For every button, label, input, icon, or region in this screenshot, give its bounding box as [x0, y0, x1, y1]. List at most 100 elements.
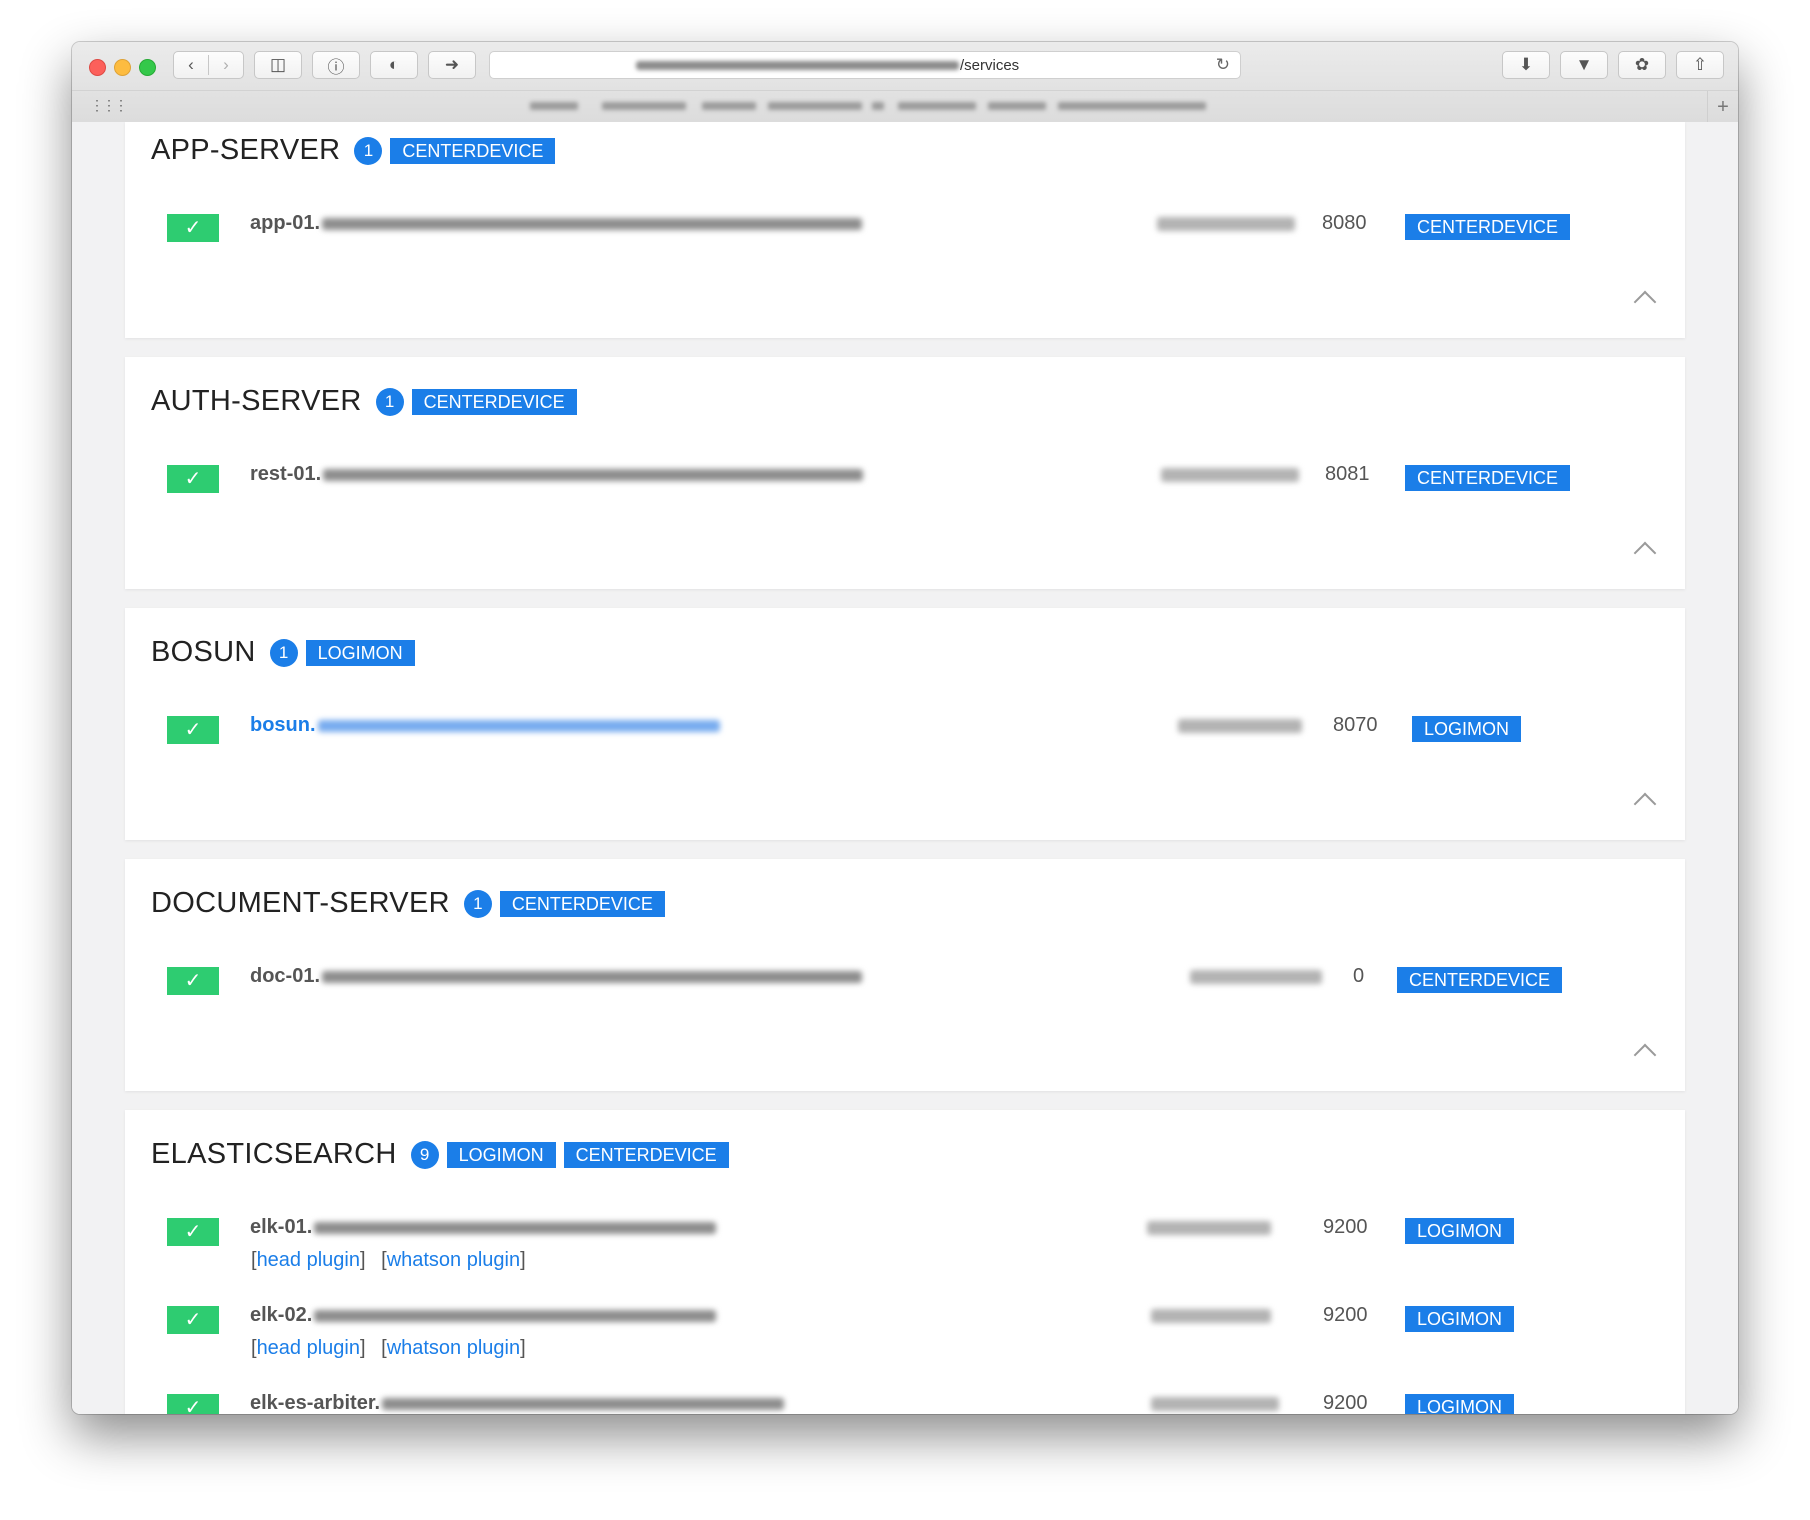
plugin-links: [head plugin] [whatson plugin]: [251, 1337, 526, 1359]
evernote-icon[interactable]: ✿: [1618, 51, 1666, 79]
whatson-plugin-link[interactable]: whatson plugin: [387, 1249, 520, 1271]
whatson-plugin-link[interactable]: whatson plugin: [387, 1337, 520, 1359]
instance-port: 9200: [1323, 1392, 1368, 1414]
host-redacted: [314, 1309, 717, 1322]
ip-redacted: [1147, 1221, 1271, 1235]
service-card-bosun: BOSUN 1 LOGIMON ✓ bosun. 8070 LOGIMON: [125, 608, 1685, 840]
instance-count-badge: 9: [410, 1140, 439, 1169]
service-card-elasticsearch: ELASTICSEARCH 9 LOGIMON CENTERDEVICE ✓ e…: [125, 1110, 1685, 1414]
ip-redacted: [1161, 468, 1299, 482]
window-maximize-button[interactable]: [139, 59, 156, 76]
instance-port: 0: [1353, 965, 1365, 987]
service-tag[interactable]: CENTERDEVICE: [499, 890, 665, 917]
back-icon[interactable]: ‹: [174, 55, 208, 75]
head-plugin-link[interactable]: head plugin: [257, 1249, 360, 1271]
instance-host: doc-01.: [250, 965, 863, 988]
instance-row: ✓ app-01. 8080 CENTERDEVICE: [125, 212, 1685, 252]
service-header: BOSUN 1 LOGIMON: [151, 636, 415, 669]
instance-tag[interactable]: CENTERDEVICE: [1397, 967, 1563, 993]
instance-tag[interactable]: CENTERDEVICE: [1405, 214, 1571, 240]
instance-tag[interactable]: LOGIMON: [1412, 716, 1522, 742]
bookmark-item[interactable]: [988, 102, 1046, 110]
instance-row: ✓ elk-es-arbiter. 9200 LOGIMON: [125, 1392, 1685, 1414]
instance-tag[interactable]: LOGIMON: [1405, 1394, 1515, 1414]
new-tab-icon[interactable]: +: [1707, 91, 1738, 123]
service-tag[interactable]: LOGIMON: [305, 639, 415, 666]
instance-row: ✓ rest-01. 8081 CENTERDEVICE: [125, 463, 1685, 503]
instance-port: 8080: [1322, 212, 1367, 234]
services-page: APP-SERVER 1 CENTERDEVICE ✓ app-01. 8080…: [72, 122, 1738, 1414]
instance-tag[interactable]: LOGIMON: [1405, 1306, 1515, 1332]
instance-port: 9200: [1323, 1216, 1368, 1238]
service-title: BOSUN: [151, 636, 256, 668]
host-redacted: [382, 1397, 785, 1410]
instance-host: elk-es-arbiter.: [250, 1392, 785, 1414]
sidebar-icon[interactable]: ◫: [254, 51, 302, 79]
instance-host: app-01.: [250, 212, 863, 235]
bookmark-item[interactable]: [768, 102, 862, 110]
healthy-check-icon: ✓: [167, 465, 219, 493]
instance-port: 8070: [1333, 714, 1378, 736]
instance-count-badge: 1: [269, 638, 298, 667]
instance-tag[interactable]: LOGIMON: [1405, 1218, 1515, 1244]
collapse-chevron-icon[interactable]: [1633, 1043, 1657, 1067]
bookmark-item[interactable]: [702, 102, 756, 110]
service-card-document-server: DOCUMENT-SERVER 1 CENTERDEVICE ✓ doc-01.…: [125, 859, 1685, 1091]
service-tag[interactable]: CENTERDEVICE: [390, 137, 556, 164]
window-close-button[interactable]: [89, 59, 106, 76]
service-title: AUTH-SERVER: [151, 385, 362, 417]
ip-redacted: [1178, 719, 1302, 733]
plugin-links: [head plugin] [whatson plugin]: [251, 1249, 526, 1271]
service-title: ELASTICSEARCH: [151, 1138, 397, 1170]
url-bar[interactable]: /services ↻: [489, 51, 1241, 79]
healthy-check-icon: ✓: [167, 214, 219, 242]
instance-host-link[interactable]: bosun.: [250, 714, 720, 737]
service-tag[interactable]: CENTERDEVICE: [563, 1141, 729, 1168]
collapse-chevron-icon[interactable]: [1633, 541, 1657, 565]
window-minimize-button[interactable]: [114, 59, 131, 76]
instance-row: ✓ elk-02. 9200 LOGIMON [head plugin] [wh…: [125, 1304, 1685, 1374]
arrow-right-icon[interactable]: ➜: [428, 51, 476, 79]
instance-row: ✓ bosun. 8070 LOGIMON: [125, 714, 1685, 754]
reload-icon[interactable]: ↻: [1216, 55, 1230, 75]
grid-icon[interactable]: ⋮⋮⋮: [90, 97, 128, 114]
service-tag[interactable]: LOGIMON: [446, 1141, 556, 1168]
host-redacted: [317, 719, 720, 732]
toggle-icon[interactable]: ◐: [370, 51, 418, 79]
info-icon[interactable]: ⓘ: [312, 51, 360, 79]
service-header: DOCUMENT-SERVER 1 CENTERDEVICE: [151, 887, 665, 920]
ip-redacted: [1151, 1397, 1279, 1411]
healthy-check-icon: ✓: [167, 967, 219, 995]
download-icon[interactable]: ⬇: [1502, 51, 1550, 79]
instance-tag[interactable]: CENTERDEVICE: [1405, 465, 1571, 491]
healthy-check-icon: ✓: [167, 1394, 219, 1414]
bookmarks-bar: ⋮⋮⋮ +: [72, 90, 1738, 123]
bookmark-item[interactable]: [872, 102, 884, 110]
nav-button-group: ‹ ›: [173, 51, 244, 79]
collapse-chevron-icon[interactable]: [1633, 290, 1657, 314]
share-icon[interactable]: ⇧: [1676, 51, 1724, 79]
instance-count-badge: 1: [463, 889, 492, 918]
url-host-redacted: [636, 61, 959, 70]
service-card-app-server: APP-SERVER 1 CENTERDEVICE ✓ app-01. 8080…: [125, 122, 1685, 338]
service-card-auth-server: AUTH-SERVER 1 CENTERDEVICE ✓ rest-01. 80…: [125, 357, 1685, 589]
forward-icon[interactable]: ›: [208, 55, 243, 75]
service-header: ELASTICSEARCH 9 LOGIMON CENTERDEVICE: [151, 1138, 729, 1171]
instance-row: ✓ doc-01. 0 CENTERDEVICE: [125, 965, 1685, 1005]
bookmark-item[interactable]: [530, 102, 578, 110]
service-tag[interactable]: CENTERDEVICE: [411, 388, 577, 415]
pocket-icon[interactable]: ▼: [1560, 51, 1608, 79]
ip-redacted: [1190, 970, 1322, 984]
collapse-chevron-icon[interactable]: [1633, 792, 1657, 816]
bookmark-item[interactable]: [1058, 102, 1206, 110]
instance-count-badge: 1: [375, 387, 404, 416]
healthy-check-icon: ✓: [167, 1218, 219, 1246]
instance-port: 9200: [1323, 1304, 1368, 1326]
instance-host: rest-01.: [250, 463, 864, 486]
head-plugin-link[interactable]: head plugin: [257, 1337, 360, 1359]
bookmark-item[interactable]: [602, 102, 686, 110]
bookmark-item[interactable]: [898, 102, 976, 110]
ip-redacted: [1151, 1309, 1271, 1323]
service-title: DOCUMENT-SERVER: [151, 887, 450, 919]
healthy-check-icon: ✓: [167, 1306, 219, 1334]
